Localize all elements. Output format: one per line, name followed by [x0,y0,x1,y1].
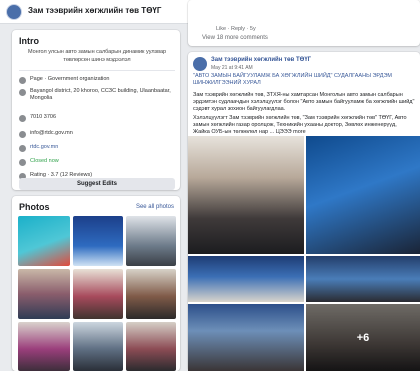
post-headline: "АВТО ЗАМЫН БАЙГУУЛАМЖ БА ХӨГЖЛИЙН ШИЙД"… [193,73,392,86]
post-photo[interactable] [188,256,304,302]
comment-actions[interactable]: Like · Reply · 5y [216,26,256,32]
post-card: Зам тээврийн хөгжлийн төв ТӨҮГ May 21 at… [188,52,420,371]
intro-title: Intro [19,36,39,46]
info-hours[interactable]: Closed now [19,158,175,166]
info-phone[interactable]: 7010 3706 [19,114,175,122]
email-icon [19,131,26,138]
photo-thumb[interactable] [18,322,70,371]
post-author-name[interactable]: Зам тээврийн хөгжлийн төв ТӨҮГ [211,57,311,63]
info-website[interactable]: rtdc.gov.mn [19,144,175,152]
page-avatar[interactable] [6,4,22,20]
photo-thumb[interactable] [18,216,70,266]
info-address[interactable]: Bayangol district, 20 khoroo, ССЗС build… [19,88,175,102]
photo-thumb[interactable] [73,322,123,371]
info-category: Page · Government organization [19,76,175,84]
clock-icon [19,159,26,166]
post-body: Зам тээврийн хөгжлийн төв, ЗТХЯ-ны хамта… [193,92,415,112]
page-name[interactable]: Зам тээврийн хөгжлийн төв ТӨҮГ [28,6,161,15]
photo-thumb[interactable] [126,216,176,266]
intro-divider [19,70,175,71]
photos-title: Photos [19,202,50,212]
post-photo-more[interactable]: +6 [306,304,420,371]
suggest-edits-button[interactable]: Suggest Edits [19,178,175,190]
photo-thumb[interactable] [18,269,70,319]
photo-thumb[interactable] [73,216,123,266]
see-all-photos-link[interactable]: See all photos [136,204,174,210]
location-pin-icon [19,89,26,96]
info-icon [19,77,26,84]
intro-bio: Монгол улсын авто замын салбарын динамик… [27,49,167,63]
photo-thumb[interactable] [126,269,176,319]
more-photos-count[interactable]: +6 [306,304,420,371]
post-date[interactable]: May 21 at 9:41 AM [211,65,253,71]
intro-card: Intro Монгол улсын авто замын салбарын д… [12,30,180,190]
post-body-continued: Хэлэлцүүлэгт Зам тээврийн хөгжлийн төв, … [193,115,407,135]
photos-card: Photos See all photos [12,196,180,371]
info-email[interactable]: info@rtdc.gov.mn [19,130,175,138]
post-author-avatar[interactable] [193,57,207,71]
photo-thumb[interactable] [126,322,176,371]
post-photo[interactable] [306,136,420,254]
globe-icon [19,145,26,152]
view-more-comments-link[interactable]: View 18 more comments [202,35,268,41]
post-photo[interactable] [188,136,304,254]
post-photo[interactable] [188,304,304,371]
comment-card: Like · Reply · 5y View 18 more comments [188,0,420,46]
phone-icon [19,115,26,122]
photo-thumb[interactable] [73,269,123,319]
post-photo[interactable] [306,256,420,302]
